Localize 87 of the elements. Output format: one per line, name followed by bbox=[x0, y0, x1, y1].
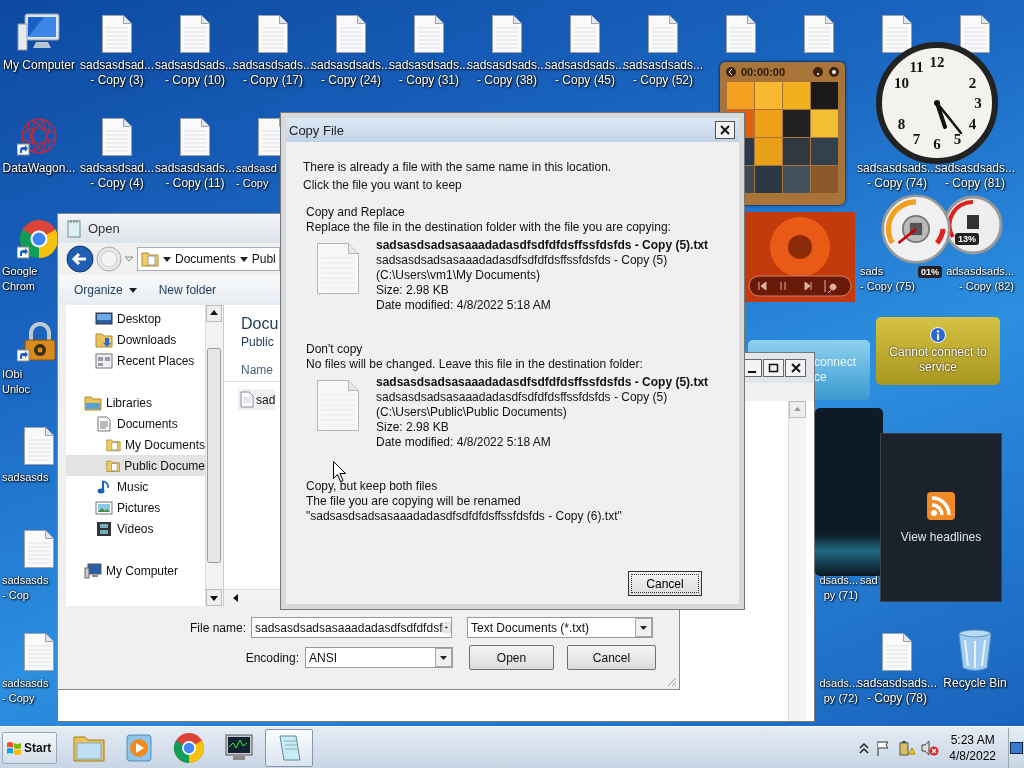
file-name: sadsasdsadsasaaadadasdfsdfdfdsffssfdsfds - Copy (5).txt bbox=[376, 238, 709, 253]
meter-reading: 13% bbox=[955, 233, 979, 245]
option-description: No files will be changed. Leave this file in the destination folder: bbox=[306, 357, 644, 372]
window-title: Copy File bbox=[289, 122, 344, 138]
dialog-message: There is already a file with the same name in this location. bbox=[303, 159, 613, 176]
desktop-icon-label[interactable]: sadsasds bbox=[2, 470, 49, 485]
file-detail: Size: 2.98 KB bbox=[376, 283, 450, 298]
nav-tree-item[interactable]: Downloads bbox=[66, 329, 205, 350]
desktop-icon-label[interactable]: Google Chrom bbox=[2, 264, 38, 294]
nav-tree-item[interactable]: Pictures bbox=[66, 497, 205, 518]
clock-numeral: 11 bbox=[909, 59, 924, 76]
nav-tree-item[interactable]: Public Docume bbox=[66, 455, 205, 476]
clock-date[interactable]: 4/8/2022 bbox=[949, 747, 996, 764]
breadcrumb-item[interactable]: Publ bbox=[251, 252, 276, 266]
clock-numeral: 3 bbox=[974, 94, 982, 112]
window-title: Open bbox=[88, 221, 120, 236]
clock-numeral: 10 bbox=[894, 74, 909, 91]
desktop-icon-label[interactable]: sadsasds - Cop bbox=[2, 573, 49, 603]
file-detail: sadsasdsadsasaaadadasdfsdfdfdsffssfdsfds - Copy (5) bbox=[376, 253, 669, 268]
nav-tree-item[interactable]: Videos bbox=[66, 518, 205, 539]
desktop-icon-label[interactable]: sadsasdsads... - Copy (11) bbox=[155, 161, 236, 191]
nav-tree-item[interactable]: Documents bbox=[66, 413, 205, 434]
puzzle-timer: 00:00:00 bbox=[741, 66, 787, 78]
option-title[interactable]: Copy and Replace bbox=[306, 205, 721, 220]
file-detail: (C:\Users\vm1\My Documents) bbox=[376, 268, 542, 283]
desktop-icon-label[interactable]: sad bbox=[860, 573, 878, 588]
meter-reading: 01% bbox=[918, 266, 942, 278]
file-row[interactable]: sad bbox=[238, 389, 276, 410]
clock-numeral: 7 bbox=[912, 130, 921, 147]
option-title[interactable]: Don't copy bbox=[306, 342, 721, 357]
nav-tree-item[interactable]: My Computer bbox=[66, 560, 205, 581]
option-description: Replace the file in the destination folder with the file you are copying: bbox=[306, 220, 672, 235]
option-title[interactable]: Copy, but keep both files bbox=[306, 479, 721, 494]
file-type-dropdown[interactable]: Text Documents (*.txt) bbox=[467, 617, 653, 638]
nav-tree-item[interactable]: Recent Places bbox=[66, 350, 205, 371]
nav-tree-item[interactable]: Music bbox=[66, 476, 205, 497]
nav-tree-item[interactable]: My Documents bbox=[66, 434, 205, 455]
desktop-icon-label[interactable]: sads - Copy (75) bbox=[860, 264, 916, 294]
desktop-icon-label[interactable]: adsasdsads... - Copy (82) bbox=[946, 264, 1014, 294]
dialog-message: Click the file you want to keep bbox=[303, 177, 463, 194]
column-header[interactable]: Name bbox=[241, 363, 273, 377]
toolbar-button[interactable]: New folder bbox=[154, 281, 221, 299]
nav-tree-item[interactable]: Desktop bbox=[66, 308, 205, 329]
desktop-icon-label[interactable]: sadsasdsads... - Copy (78) bbox=[857, 676, 938, 706]
desktop-icon-label[interactable]: IObi Unloc bbox=[2, 367, 31, 397]
new-file-name: "sadsasdsadsasaaadadasdfsdfdfdsffssfdsfds - Copy (6).txt" bbox=[306, 509, 623, 524]
clock-numeral: 8 bbox=[897, 115, 906, 132]
clock-numeral: 12 bbox=[929, 53, 945, 71]
file-detail: Size: 2.98 KB bbox=[376, 420, 450, 435]
file-detail: sadsasdsadsasaaadadasdfsdfdfdsffssfdsfds - Copy (5) bbox=[376, 390, 669, 405]
file-detail: Date modified: 4/8/2022 5:18 AM bbox=[376, 435, 552, 450]
clock-numeral: 4 bbox=[968, 115, 977, 132]
field-label: Encoding: bbox=[245, 650, 299, 665]
clock-time[interactable]: 5:23 AM bbox=[950, 731, 995, 748]
file-name-field[interactable]: sadsasdsadsasaaadadasdfsdfdfdsf bbox=[251, 617, 452, 638]
option-description: The file you are copying will be renamed bbox=[306, 494, 522, 509]
desktop-icon-label[interactable]: dsads... py (72) bbox=[819, 676, 858, 706]
encoding-dropdown[interactable]: ANSI bbox=[305, 647, 453, 668]
file-name: sadsasdsadsasaaadadasdfsdfdfdsffssfdsfds - Copy (5).txt bbox=[376, 375, 709, 390]
desktop-icon-label[interactable]: sadsasd - Copy bbox=[236, 161, 277, 191]
file-detail: Date modified: 4/8/2022 5:18 AM bbox=[376, 298, 552, 313]
weather-message: connect ce bbox=[814, 355, 857, 385]
breadcrumb-item[interactable]: Documents bbox=[175, 252, 236, 266]
clock-numeral: 5 bbox=[953, 130, 962, 147]
desktop-icon-label[interactable]: sadsasdsad... - Copy (3) bbox=[79, 58, 154, 88]
library-subtitle: Public bbox=[241, 335, 274, 349]
cancel-button[interactable]: Cancel bbox=[567, 645, 656, 670]
cancel-button[interactable]: Cancel bbox=[628, 571, 702, 596]
field-label: File name: bbox=[189, 620, 246, 635]
clock-numeral: 6 bbox=[933, 135, 941, 153]
desktop-icon-label[interactable]: sadsasdsads... - Copy (52) bbox=[623, 58, 704, 88]
nav-tree-item[interactable]: Libraries bbox=[66, 392, 205, 413]
start-button[interactable]: Start bbox=[2, 731, 58, 764]
library-title: Docu bbox=[241, 315, 279, 333]
desktop-icon-label[interactable]: DataWagon... bbox=[2, 161, 76, 176]
file-detail: (C:\Users\Public\Public Documents) bbox=[376, 405, 568, 420]
desktop-icon-label[interactable]: dsads... py (71) bbox=[819, 573, 858, 603]
desktop-icon-label[interactable]: Recycle Bin bbox=[943, 676, 1007, 691]
desktop-icon-label[interactable]: sadsasdsad... - Copy (4) bbox=[79, 161, 154, 191]
toolbar-button[interactable]: Organize bbox=[70, 281, 141, 299]
feed-label[interactable]: View headlines bbox=[900, 529, 982, 544]
clock-numeral: 2 bbox=[968, 74, 977, 91]
weather-message: Cannot connect to service bbox=[888, 345, 988, 375]
desktop-icon-label[interactable]: My Computer bbox=[3, 58, 75, 73]
open-button[interactable]: Open bbox=[469, 645, 554, 670]
desktop-icon-label[interactable]: sadsasdsads... - Copy (81) bbox=[935, 161, 1016, 191]
address-bar[interactable]: Documents Publ bbox=[137, 247, 280, 271]
